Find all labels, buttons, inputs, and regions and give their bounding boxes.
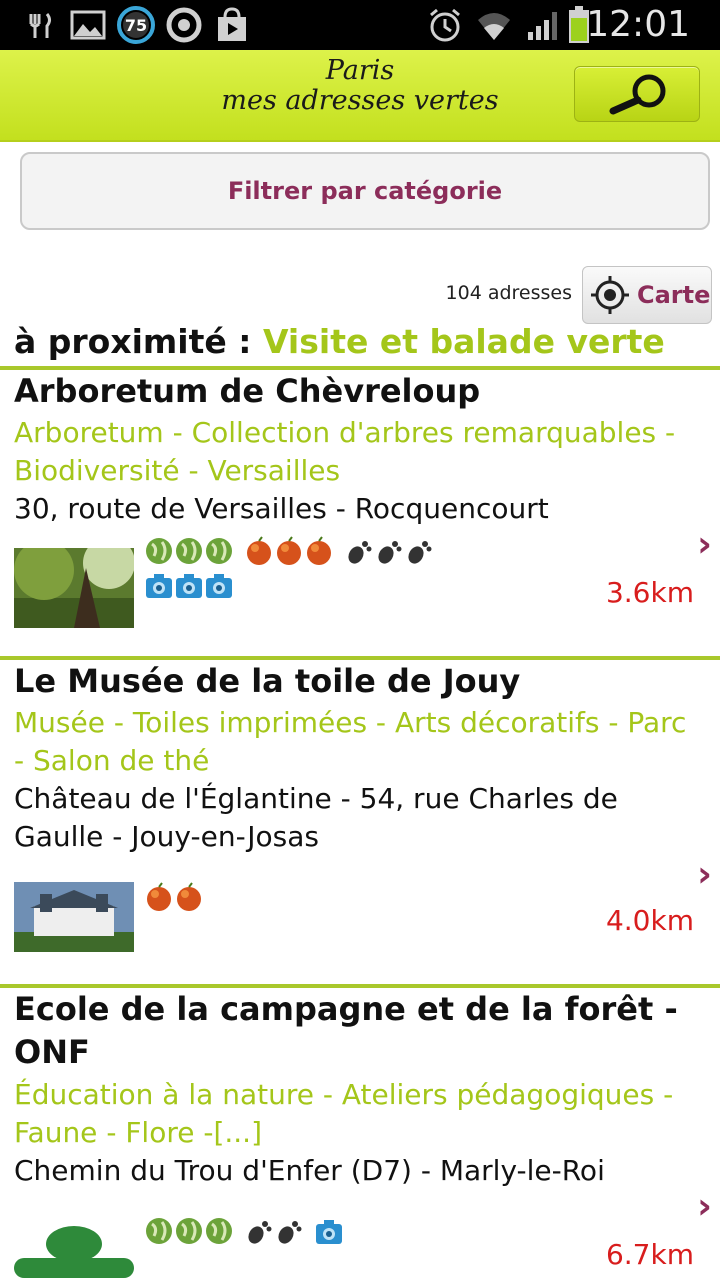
item-name: Le Musée de la toile de Jouy [14, 662, 521, 700]
camera-rating [144, 570, 234, 600]
result-count: 104 adresses [445, 282, 572, 304]
chevron-right-icon[interactable]: › [697, 524, 712, 565]
app-title: Paris mes adresses vertes [180, 56, 540, 116]
footprint-icon [248, 1221, 272, 1244]
status-bar: 75 12:01 [0, 0, 720, 50]
app-title-line2: mes adresses vertes [221, 85, 499, 116]
apple-icon [277, 536, 301, 565]
globe-icon [176, 538, 202, 564]
globe-icon [206, 1218, 232, 1244]
globe-icon [206, 538, 232, 564]
item-address: 30, route de Versailles - Rocquencourt [14, 492, 549, 525]
filter-category-label: Filtrer par catégorie [227, 177, 503, 205]
camera-icon [206, 574, 232, 598]
apple-icon [307, 536, 331, 565]
map-button[interactable]: Carte [582, 266, 712, 324]
item-tags: Arboretum - Collection d'arbres remarqua… [14, 416, 676, 487]
fork-knife-icon [24, 6, 56, 44]
crosshair-icon [591, 276, 629, 314]
list-item[interactable]: Ecole de la campagne et de la forêt - ON… [0, 988, 720, 1280]
map-button-label: Carte [637, 281, 711, 309]
section-title: à proximité : Visite et balade verte [14, 322, 665, 361]
list-item[interactable]: Le Musée de la toile de Jouy Musée - Toi… [0, 660, 720, 984]
signal-icon [524, 6, 564, 44]
chevron-right-icon[interactable]: › [697, 854, 712, 895]
app-header: Paris mes adresses vertes [0, 50, 720, 142]
alarm-icon [426, 6, 464, 44]
notification-count: 75 [124, 15, 148, 35]
item-distance: 4.0km [605, 904, 694, 937]
item-ratings [144, 1216, 444, 1250]
globe-rating [144, 536, 234, 566]
footprint-icon [348, 541, 372, 564]
section-category: Visite et balade verte [262, 322, 665, 361]
item-thumbnail [14, 548, 134, 628]
item-distance: 3.6km [605, 576, 694, 609]
shop-bag-icon [212, 6, 252, 44]
notification-badge: 75 [115, 6, 157, 44]
camera-rating [314, 1216, 344, 1246]
globe-icon [176, 1218, 202, 1244]
filter-category-button[interactable]: Filtrer par catégorie [20, 152, 710, 230]
section-prefix: à proximité : [14, 322, 252, 361]
footprint-icon [278, 1221, 302, 1244]
item-tags: Éducation à la nature - Ateliers pédagog… [14, 1078, 674, 1149]
apple-rating [144, 882, 204, 912]
globe-icon [146, 538, 172, 564]
apple-icon [147, 882, 171, 911]
search-icon [609, 74, 666, 115]
search-button[interactable] [574, 66, 700, 122]
item-address: Château de l'Églantine - 54, rue Charles… [14, 782, 618, 853]
footprint-rating [244, 1216, 304, 1246]
camera-icon [176, 574, 202, 598]
apple-icon [247, 536, 271, 565]
item-address: Chemin du Trou d'Enfer (D7) - Marly-le-R… [14, 1154, 605, 1187]
globe-rating [144, 1216, 234, 1246]
image-icon [68, 6, 108, 44]
camera-icon [316, 1220, 342, 1244]
item-distance: 6.7km [605, 1238, 694, 1271]
onf-logo [14, 1222, 134, 1280]
item-ratings [144, 882, 444, 916]
status-time: 12:01 [586, 4, 690, 45]
app-title-line1: Paris [325, 55, 395, 86]
wifi-icon [474, 6, 514, 44]
apple-rating [244, 536, 334, 566]
item-name: Ecole de la campagne et de la forêt - ON… [14, 990, 678, 1071]
at-icon [164, 6, 204, 44]
footprint-icon [408, 541, 432, 564]
item-ratings [144, 536, 444, 604]
item-name: Arboretum de Chèvreloup [14, 372, 481, 410]
apple-icon [177, 882, 201, 911]
item-tags: Musée - Toiles imprimées - Arts décorati… [14, 706, 687, 777]
item-thumbnail [14, 882, 134, 962]
footprint-rating [344, 536, 434, 566]
footprint-icon [378, 541, 402, 564]
camera-icon [146, 574, 172, 598]
globe-icon [146, 1218, 172, 1244]
chevron-right-icon[interactable]: › [697, 1186, 712, 1227]
list-item[interactable]: Arboretum de Chèvreloup Arboretum - Coll… [0, 370, 720, 656]
